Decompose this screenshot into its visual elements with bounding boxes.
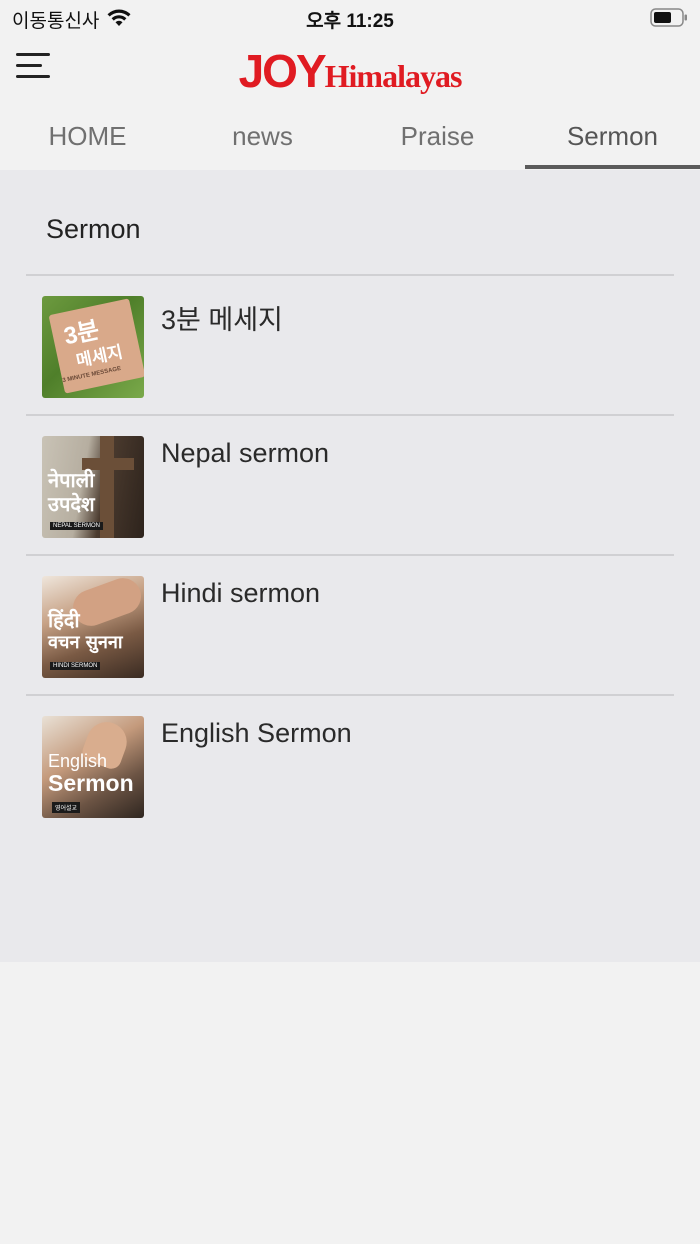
thumbnail-3-minute-message: 3분 메세지 3 MINUTE MESSAGE [42,296,144,398]
thumbnail-english-sermon: English Sermon 영어설교 [42,716,144,818]
battery-icon [650,8,687,27]
sermon-list: 3분 메세지 3 MINUTE MESSAGE 3분 메세지 नेपाली उप… [26,274,674,834]
section-title: Sermon [46,214,141,244]
tab-bar: HOME news Praise Sermon [0,106,700,170]
logo-himalayas: Himalayas [324,58,463,94]
thumbnail-hindi-sermon: हिंदी वचन सुनना HINDI SERMON [42,576,144,678]
thumbnail-nepal-sermon: नेपाली उपदेश NEPAL SERMON [42,436,144,538]
tab-sermon[interactable]: Sermon [525,106,700,170]
thumbnail-text: नेपाली [48,468,95,492]
clock: 오후 11:25 [306,11,394,32]
thumbnail-text: हिंदी [48,608,80,632]
list-item-nepal-sermon[interactable]: नेपाली उपदेश NEPAL SERMON Nepal sermon [26,414,674,554]
list-item-3-minute-message[interactable]: 3분 메세지 3 MINUTE MESSAGE 3분 메세지 [26,274,674,414]
status-bar: 이동통신사 오후 11:25 [0,0,700,36]
list-item-english-sermon[interactable]: English Sermon 영어설교 English Sermon [26,694,674,834]
list-item-hindi-sermon[interactable]: हिंदी वचन सुनना HINDI SERMON Hindi sermo… [26,554,674,694]
item-label: English Sermon [161,718,352,748]
thumbnail-subtext: NEPAL SERMON [50,522,104,530]
tab-news[interactable]: news [175,106,350,170]
thumbnail-subtext: HINDI SERMON [50,662,101,670]
app-screen: 이동통신사 오후 11:25 JOYHimalayas HOME news Pr… [0,0,700,1244]
thumbnail-text-2: वचन सुनना [48,632,123,653]
item-label: Hindi sermon [161,578,321,608]
tab-praise[interactable]: Praise [350,106,525,170]
app-header: JOYHimalayas [0,36,700,106]
thumbnail-subtext: 영어설교 [52,802,81,813]
item-label: Nepal sermon [161,438,330,468]
app-logo: JOYHimalayas [0,44,700,98]
thumbnail-text-2: उपदेश [48,492,95,516]
content-panel: Sermon 3분 메세지 3 MINUTE MESSAGE 3분 메세지 ने… [0,170,700,962]
thumbnail-text: English [48,751,108,771]
logo-joy: JOY [238,45,327,97]
thumbnail-text-2: Sermon [48,770,134,796]
item-label: 3분 메세지 [161,305,283,335]
tab-home[interactable]: HOME [0,106,175,170]
